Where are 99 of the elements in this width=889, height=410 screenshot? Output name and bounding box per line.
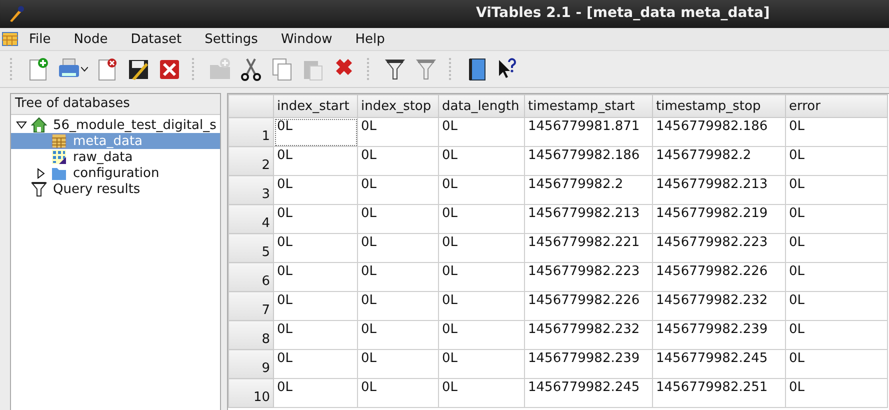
table-cell: 0L bbox=[438, 262, 524, 292]
column-header[interactable]: error bbox=[786, 94, 888, 118]
menu-item[interactable]: Help bbox=[344, 32, 397, 46]
table-cell: 0L bbox=[786, 262, 888, 292]
table-cell: 0L bbox=[438, 176, 524, 204]
table-cell: 0L bbox=[438, 320, 524, 350]
table-cell: 1456779982.226 bbox=[524, 292, 652, 320]
column-header[interactable]: data_length bbox=[438, 94, 524, 118]
scissors-icon[interactable] bbox=[239, 56, 263, 82]
row-header[interactable]: 7 bbox=[228, 292, 274, 320]
menu-item[interactable]: Node bbox=[62, 32, 120, 46]
table-cell: 1456779982.219 bbox=[652, 204, 786, 234]
menu-item[interactable]: Window bbox=[270, 32, 344, 46]
table-cell: 0L bbox=[438, 234, 524, 262]
panel-header: Tree of databases bbox=[11, 94, 220, 115]
row-header[interactable]: 4 bbox=[228, 204, 274, 234]
menu-item[interactable]: File bbox=[18, 32, 63, 46]
table-cell: 1456779982.245 bbox=[524, 378, 652, 408]
table-cell: 1456779982.221 bbox=[524, 234, 652, 262]
menu-item[interactable]: Settings bbox=[194, 32, 270, 46]
window-title: ViTables 2.1 - [meta_data meta_data] bbox=[476, 5, 770, 21]
table-cell: 0L bbox=[786, 350, 888, 378]
tree-item[interactable]: raw_data bbox=[73, 150, 133, 164]
table-cell: 0L bbox=[274, 292, 358, 320]
table-cell: 0L bbox=[274, 118, 358, 146]
table-cell: 0L bbox=[438, 350, 524, 378]
row-header[interactable]: 3 bbox=[228, 176, 274, 204]
column-header[interactable]: index_start bbox=[274, 94, 358, 118]
table-cell: 1456779981.871 bbox=[524, 118, 652, 146]
table-cell: 0L bbox=[358, 204, 438, 234]
table-cell: 0L bbox=[786, 204, 888, 234]
table-cell: 1456779982.213 bbox=[524, 204, 652, 234]
table-cell: 1456779982.2 bbox=[652, 146, 786, 176]
table-cell: 0L bbox=[358, 146, 438, 176]
row-header[interactable]: 1 bbox=[228, 118, 274, 146]
folder-icon bbox=[51, 165, 67, 181]
row-header[interactable]: 9 bbox=[228, 350, 274, 378]
table-cell: 1456779982.226 bbox=[652, 262, 786, 292]
table-cell: 0L bbox=[358, 292, 438, 320]
app-logo-icon bbox=[8, 5, 24, 23]
table-cell: 1456779982.232 bbox=[652, 292, 786, 320]
table-cell: 0L bbox=[438, 204, 524, 234]
table-cell: 0L bbox=[786, 146, 888, 176]
table-cell: 0L bbox=[274, 350, 358, 378]
tree-item[interactable]: Query results bbox=[53, 182, 140, 196]
table-cell: 0L bbox=[274, 262, 358, 292]
table-cell: 0L bbox=[786, 292, 888, 320]
table-cell: 1456779982.239 bbox=[652, 320, 786, 350]
table-cell: 0L bbox=[438, 118, 524, 146]
table-cell: 0L bbox=[274, 320, 358, 350]
table-cell: 0L bbox=[274, 378, 358, 408]
column-header[interactable]: timestamp_stop bbox=[652, 94, 786, 118]
table-cell: 0L bbox=[786, 234, 888, 262]
table-cell: 1456779982.251 bbox=[652, 378, 786, 408]
home-icon bbox=[31, 117, 47, 133]
table-cell: 0L bbox=[358, 176, 438, 204]
table-cell: 0L bbox=[358, 350, 438, 378]
table-cell: 0L bbox=[274, 234, 358, 262]
copy-icon[interactable] bbox=[270, 56, 294, 82]
table-cell: 1456779982.2 bbox=[524, 176, 652, 204]
grid-icon bbox=[51, 149, 67, 165]
table-cell: 0L bbox=[358, 262, 438, 292]
row-header[interactable]: 6 bbox=[228, 262, 274, 292]
row-header[interactable]: 8 bbox=[228, 320, 274, 350]
table-cell: 1456779982.186 bbox=[524, 146, 652, 176]
table-cell: 1456779982.223 bbox=[652, 234, 786, 262]
table-cell: 0L bbox=[786, 176, 888, 204]
table-cell: 1456779982.232 bbox=[524, 320, 652, 350]
table-cell: 0L bbox=[358, 234, 438, 262]
table-cell: 0L bbox=[438, 378, 524, 408]
tree-item[interactable]: 56_module_test_digital_s bbox=[53, 118, 216, 132]
menu-item[interactable]: Dataset bbox=[120, 32, 194, 46]
row-header[interactable]: 10 bbox=[228, 378, 274, 408]
table-cell: 0L bbox=[274, 146, 358, 176]
expand-arrow-icon[interactable] bbox=[35, 168, 47, 178]
table-cell: 0L bbox=[274, 176, 358, 204]
table-cell: 0L bbox=[438, 146, 524, 176]
table-cell: 1456779982.213 bbox=[652, 176, 786, 204]
collapse-arrow-icon[interactable] bbox=[15, 120, 27, 130]
table-icon bbox=[51, 133, 67, 149]
table-icon bbox=[2, 32, 18, 46]
table-cell: 1456779982.223 bbox=[524, 262, 652, 292]
tree-item[interactable]: configuration bbox=[73, 166, 160, 180]
table-cell: 0L bbox=[438, 292, 524, 320]
table-cell: 0L bbox=[786, 378, 888, 408]
table-cell: 0L bbox=[274, 204, 358, 234]
table-cell: 0L bbox=[786, 118, 888, 146]
table-cell: 1456779982.245 bbox=[652, 350, 786, 378]
table-cell: 0L bbox=[358, 378, 438, 408]
table-cell: 1456779982.239 bbox=[524, 350, 652, 378]
column-header[interactable]: index_stop bbox=[358, 94, 438, 118]
funnel-icon bbox=[31, 181, 47, 197]
row-header[interactable]: 5 bbox=[228, 234, 274, 262]
row-header[interactable]: 2 bbox=[228, 146, 274, 176]
column-header[interactable]: timestamp_start bbox=[524, 94, 652, 118]
table-cell: 1456779982.186 bbox=[652, 118, 786, 146]
table-cell: 0L bbox=[358, 118, 438, 146]
table-cell: 0L bbox=[358, 320, 438, 350]
table-cell: 0L bbox=[786, 320, 888, 350]
